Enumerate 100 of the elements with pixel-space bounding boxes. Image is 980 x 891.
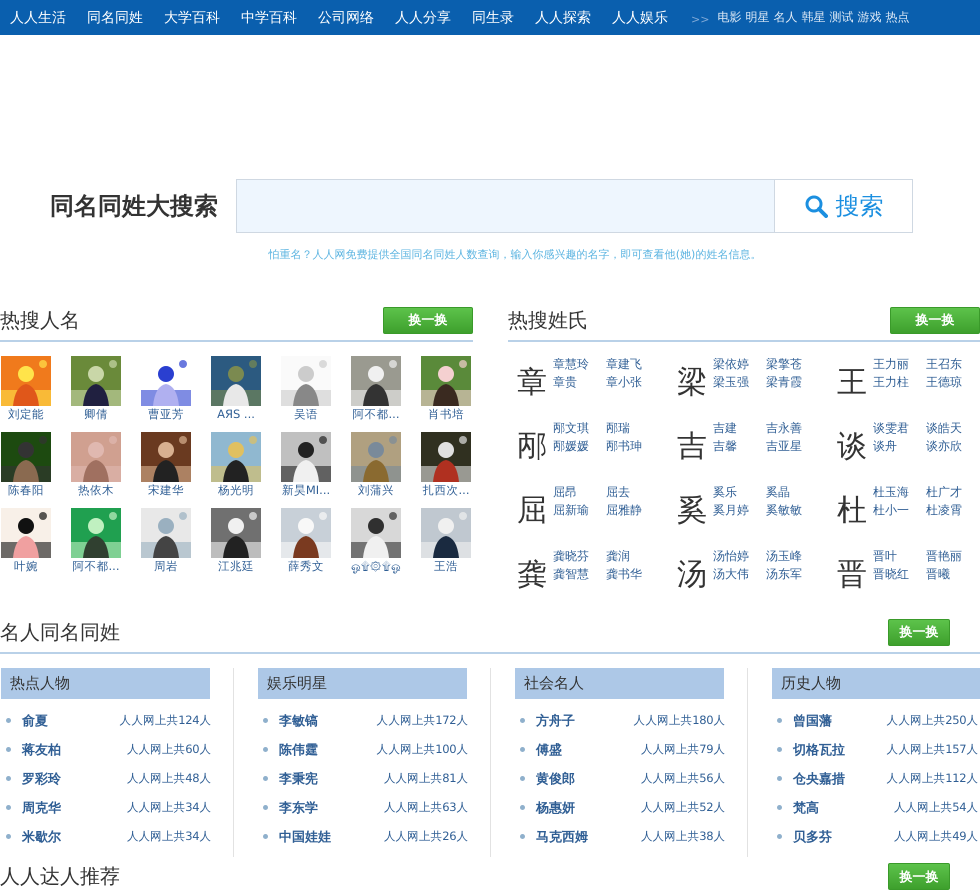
nav-sublink[interactable]: 电影	[717, 9, 742, 26]
name-link[interactable]: 屈去	[606, 484, 659, 501]
person-name[interactable]: 王浩	[434, 559, 458, 574]
name-link[interactable]: 屈雅静	[606, 502, 659, 519]
celebrity-name[interactable]: 傅盛	[536, 740, 562, 758]
nav-link[interactable]: 同生录	[472, 8, 514, 26]
name-link[interactable]: 奚晶	[766, 484, 819, 501]
name-link[interactable]: 邴书珅	[606, 438, 659, 455]
celebrity-name[interactable]: 米歇尔	[22, 828, 61, 846]
name-link[interactable]: 汤玉峰	[766, 548, 819, 565]
name-link[interactable]: 王力柱	[873, 374, 926, 391]
name-link[interactable]: 章小张	[606, 374, 659, 391]
celebrity-name[interactable]: 贝多芬	[793, 828, 832, 846]
celebrity-name[interactable]: 仓央嘉措	[793, 770, 845, 788]
person-name[interactable]: 刘定能	[8, 407, 44, 422]
name-link[interactable]: 汤大伟	[713, 566, 766, 583]
person-name[interactable]: 薛秀文	[288, 559, 324, 574]
name-link[interactable]: 杜广才	[926, 484, 979, 501]
celebrity-name[interactable]: 蒋友柏	[22, 740, 61, 758]
name-link[interactable]: 杜凌霄	[926, 502, 979, 519]
person-name[interactable]: 热依木	[78, 483, 114, 498]
nav-sublink[interactable]: 测试	[829, 9, 854, 26]
name-link[interactable]: 晋晓红	[873, 566, 926, 583]
name-link[interactable]: 吉亚星	[766, 438, 819, 455]
name-link[interactable]: 龚晓芬	[553, 548, 606, 565]
person-name[interactable]: AЯS ...	[217, 407, 255, 421]
nav-link[interactable]: 人人娱乐	[612, 8, 668, 26]
search-field[interactable]	[236, 179, 775, 233]
celebrity-name[interactable]: 罗彩玲	[22, 770, 61, 788]
nav-link[interactable]: 人人探索	[535, 8, 591, 26]
celebrity-name[interactable]: 李东学	[279, 798, 318, 816]
surname[interactable]: 屈	[517, 490, 553, 531]
person-name[interactable]: 刘蒲兴	[358, 483, 394, 498]
name-link[interactable]: 王召东	[926, 356, 979, 373]
name-link[interactable]: 杜小一	[873, 502, 926, 519]
name-link[interactable]: 汤东军	[766, 566, 819, 583]
celebrity-name[interactable]: 李敏镐	[279, 712, 318, 730]
surname[interactable]: 章	[517, 362, 553, 403]
nav-link[interactable]: 人人生活	[10, 8, 66, 26]
name-link[interactable]: 谈亦欣	[926, 438, 979, 455]
person-name[interactable]: 吴语	[294, 407, 318, 422]
name-link[interactable]: 晋曦	[926, 566, 979, 583]
name-link[interactable]: 章慧玲	[553, 356, 606, 373]
celebrity-name[interactable]: 周克华	[22, 798, 61, 816]
nav-sublink[interactable]: 韩星	[801, 9, 826, 26]
celebrity-name[interactable]: 曾国藩	[793, 712, 832, 730]
nav-link[interactable]: 大学百科	[164, 8, 220, 26]
name-link[interactable]: 梁依婷	[713, 356, 766, 373]
surname[interactable]: 晋	[837, 554, 873, 595]
person-name[interactable]: 扎西次...	[422, 483, 470, 498]
celebrity-name[interactable]: 李秉宪	[279, 770, 318, 788]
person-name[interactable]: 阿不都...	[352, 407, 400, 422]
name-link[interactable]: 梁擎苍	[766, 356, 819, 373]
name-link[interactable]: 龚智慧	[553, 566, 606, 583]
name-link[interactable]: 王德琼	[926, 374, 979, 391]
surname[interactable]: 梁	[677, 362, 713, 403]
nav-link[interactable]: 中学百科	[241, 8, 297, 26]
name-link[interactable]: 谈皓天	[926, 420, 979, 437]
name-link[interactable]: 屈昂	[553, 484, 606, 501]
celebrity-name[interactable]: 俞夏	[22, 712, 48, 730]
person-name[interactable]: ஓ۩۞۩ஓ	[351, 559, 401, 574]
name-link[interactable]: 章贵	[553, 374, 606, 391]
name-link[interactable]: 吉建	[713, 420, 766, 437]
surname[interactable]: 吉	[677, 426, 713, 467]
name-link[interactable]: 邴瑞	[606, 420, 659, 437]
name-link[interactable]: 汤怡婷	[713, 548, 766, 565]
name-link[interactable]: 杜玉海	[873, 484, 926, 501]
nav-link[interactable]: 公司网络	[318, 8, 374, 26]
nav-sublink[interactable]: 明星	[745, 9, 770, 26]
surname[interactable]: 奚	[677, 490, 713, 531]
celebrity-name[interactable]: 黄俊郎	[536, 770, 575, 788]
nav-link[interactable]: 人人分享	[395, 8, 451, 26]
person-name[interactable]: 江兆廷	[218, 559, 254, 574]
name-link[interactable]: 屈新瑜	[553, 502, 606, 519]
nav-sublink[interactable]: 游戏	[857, 9, 882, 26]
name-link[interactable]: 吉永善	[766, 420, 819, 437]
nav-link[interactable]: 同名同姓	[87, 8, 143, 26]
celebrity-name[interactable]: 梵高	[793, 798, 819, 816]
surname[interactable]: 汤	[677, 554, 713, 595]
celebrity-name[interactable]: 切格瓦拉	[793, 740, 845, 758]
nav-sublink[interactable]: 名人	[773, 9, 798, 26]
person-name[interactable]: 宋建华	[148, 483, 184, 498]
name-link[interactable]: 晋艳丽	[926, 548, 979, 565]
nav-sublink[interactable]: 热点	[885, 9, 910, 26]
surname[interactable]: 王	[837, 362, 873, 403]
surname[interactable]: 杜	[837, 490, 873, 531]
celebrity-name[interactable]: 马克西姆	[536, 828, 588, 846]
name-link[interactable]: 梁玉强	[713, 374, 766, 391]
name-link[interactable]: 梁青霞	[766, 374, 819, 391]
person-name[interactable]: 肖书培	[428, 407, 464, 422]
person-name[interactable]: 曹亚芳	[148, 407, 184, 422]
name-link[interactable]: 邴媛媛	[553, 438, 606, 455]
name-link[interactable]: 吉馨	[713, 438, 766, 455]
person-name[interactable]: 阿不都...	[72, 559, 120, 574]
name-link[interactable]: 龚润	[606, 548, 659, 565]
person-name[interactable]: 新昊MI...	[282, 483, 330, 498]
celebrity-name[interactable]: 陈伟霆	[279, 740, 318, 758]
name-link[interactable]: 奚月婷	[713, 502, 766, 519]
person-name[interactable]: 卿倩	[84, 407, 108, 422]
name-link[interactable]: 谈舟	[873, 438, 926, 455]
